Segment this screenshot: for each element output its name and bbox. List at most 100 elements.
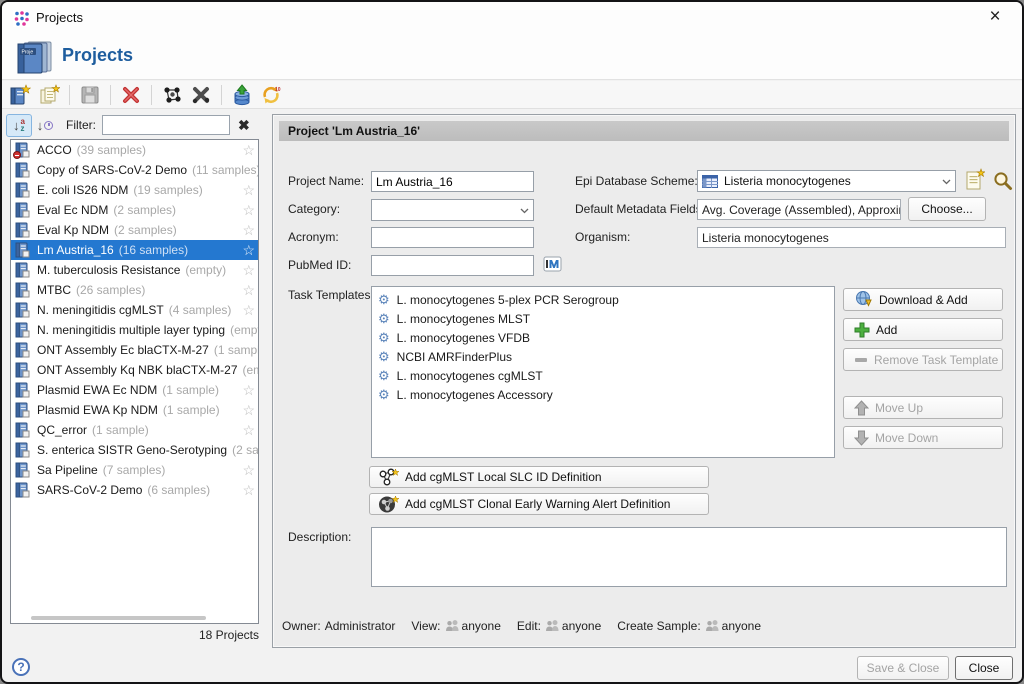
star-icon[interactable]: ☆ [240, 282, 255, 299]
star-icon[interactable]: ☆ [240, 382, 255, 399]
save-button[interactable] [78, 83, 102, 107]
project-list-item[interactable]: Eval Kp NDM (2 samples) ☆ [11, 220, 258, 240]
move-down-button[interactable]: Move Down [843, 426, 1003, 449]
star-icon[interactable]: ☆ [240, 422, 255, 439]
owner-value: Administrator [325, 619, 396, 633]
task-template-item[interactable]: ⚙ L. monocytogenes Accessory [374, 385, 832, 404]
project-name: MTBC [37, 283, 71, 297]
toolbar: 10 [2, 81, 1022, 109]
filter-input[interactable] [102, 115, 230, 135]
view-value: anyone [462, 619, 501, 633]
project-list-item[interactable]: QC_error (1 sample) ☆ [11, 420, 258, 440]
project-list-item[interactable]: Copy of SARS-CoV-2 Demo (11 samples) ☆ [11, 160, 258, 180]
project-list-item[interactable]: ONT Assembly Ec blaCTX-M-27 (1 sample) ☆ [11, 340, 258, 360]
project-list-item[interactable]: MTBC (26 samples) ☆ [11, 280, 258, 300]
project-list-item[interactable]: Lm Austria_16 (16 samples) ☆ [11, 240, 258, 260]
project-list-item[interactable]: M. tuberculosis Resistance (empty) ☆ [11, 260, 258, 280]
remove-tree-button[interactable] [189, 83, 213, 107]
download-add-button[interactable]: Download & Add [843, 288, 1003, 311]
project-sample-count: (1 sample) [162, 383, 219, 397]
project-list-item[interactable]: ACCO (39 samples) ☆ [11, 140, 258, 160]
epi-scheme-select[interactable]: Listeria monocytogenes [697, 170, 956, 192]
search-scheme-icon[interactable] [992, 170, 1013, 191]
plus-icon [854, 322, 870, 338]
project-icon [15, 462, 30, 478]
project-list-item[interactable]: Plasmid EWA Kp NDM (1 sample) ☆ [11, 400, 258, 420]
close-window-icon[interactable]: × [982, 4, 1008, 30]
remove-task-template-button[interactable]: Remove Task Template [843, 348, 1003, 371]
add-ewa-definition-button[interactable]: Add cgMLST Clonal Early Warning Alert De… [369, 493, 709, 515]
task-template-item[interactable]: ⚙ L. monocytogenes MLST [374, 309, 832, 328]
task-template-item[interactable]: ⚙ L. monocytogenes cgMLST [374, 366, 832, 385]
horizontal-scrollbar[interactable] [31, 616, 206, 620]
create-sample-value: anyone [722, 619, 761, 633]
project-sample-count: (2 samples) [232, 443, 258, 457]
star-icon[interactable]: ☆ [240, 142, 255, 159]
epi-scheme-label: Epi Database Scheme: [575, 174, 698, 188]
toolbar-separator [221, 85, 222, 105]
star-icon[interactable]: ☆ [240, 222, 255, 239]
star-icon[interactable]: ☆ [240, 242, 255, 259]
project-list-item[interactable]: S. enterica SISTR Geno-Serotyping (2 sam… [11, 440, 258, 460]
clear-filter-icon[interactable]: ✖ [238, 117, 250, 134]
project-icon [15, 402, 30, 418]
star-icon[interactable]: ☆ [240, 402, 255, 419]
copy-project-button[interactable] [37, 83, 61, 107]
pubmed-icon[interactable] [543, 255, 563, 273]
description-textarea[interactable] [371, 527, 1007, 587]
pubmed-input[interactable] [371, 255, 534, 276]
project-name: N. meningitidis cgMLST [37, 303, 164, 317]
organism-label: Organism: [575, 230, 630, 244]
project-icon [15, 302, 30, 318]
project-list-item[interactable]: N. meningitidis cgMLST (4 samples) ☆ [11, 300, 258, 320]
save-close-button[interactable]: Save & Close [857, 656, 949, 680]
project-name-input[interactable] [371, 171, 534, 192]
star-icon[interactable]: ☆ [240, 182, 255, 199]
sort-by-date-button[interactable]: ↓ [32, 114, 58, 137]
add-task-template-button[interactable]: Add [843, 318, 1003, 341]
sort-alphabetical-button[interactable]: ↓ az [6, 114, 32, 137]
gear-icon: ⚙ [378, 388, 390, 401]
star-icon[interactable]: ☆ [240, 202, 255, 219]
task-template-item[interactable]: ⚙ L. monocytogenes 5-plex PCR Serogroup [374, 290, 832, 309]
arrow-down-icon [854, 430, 869, 446]
help-icon[interactable]: ? [12, 658, 30, 676]
project-list-item[interactable]: ONT Assembly Kq NBK blaCTX-M-27 (empty) … [11, 360, 258, 380]
new-project-button[interactable] [8, 83, 32, 107]
task-template-name: L. monocytogenes VFDB [397, 331, 530, 345]
chevron-down-icon [520, 203, 529, 217]
slc-cluster-icon [378, 468, 399, 487]
star-icon[interactable]: ☆ [240, 462, 255, 479]
close-button[interactable]: Close [955, 656, 1013, 680]
category-select[interactable] [371, 199, 534, 221]
star-icon[interactable]: ☆ [240, 302, 255, 319]
choose-metadata-button[interactable]: Choose... [908, 197, 986, 221]
toolbar-separator [69, 85, 70, 105]
acronym-input[interactable] [371, 227, 534, 248]
spanning-tree-button[interactable] [160, 83, 184, 107]
project-icon [15, 202, 30, 218]
project-name: M. tuberculosis Resistance [37, 263, 180, 277]
group-icon [445, 620, 460, 632]
project-list-item[interactable]: Sa Pipeline (7 samples) ☆ [11, 460, 258, 480]
project-list-item[interactable]: Eval Ec NDM (2 samples) ☆ [11, 200, 258, 220]
project-list-item[interactable]: SARS-CoV-2 Demo (6 samples) ☆ [11, 480, 258, 500]
sync-button[interactable]: 10 [259, 83, 283, 107]
view-label: View: [411, 619, 440, 633]
add-slc-definition-button[interactable]: Add cgMLST Local SLC ID Definition [369, 466, 709, 488]
delete-project-button[interactable] [119, 83, 143, 107]
project-name: ACCO [37, 143, 72, 157]
star-icon[interactable]: ☆ [240, 482, 255, 499]
project-list-item[interactable]: Plasmid EWA Ec NDM (1 sample) ☆ [11, 380, 258, 400]
database-upload-button[interactable] [230, 83, 254, 107]
project-list-item[interactable]: E. coli IS26 NDM (19 samples) ☆ [11, 180, 258, 200]
gear-icon: ⚙ [378, 312, 390, 325]
project-list-item[interactable]: N. meningitidis multiple layer typing (e… [11, 320, 258, 340]
toolbar-separator [151, 85, 152, 105]
task-template-item[interactable]: ⚙ NCBI AMRFinderPlus [374, 347, 832, 366]
task-template-item[interactable]: ⚙ L. monocytogenes VFDB [374, 328, 832, 347]
move-up-button[interactable]: Move Up [843, 396, 1003, 419]
star-icon[interactable]: ☆ [240, 262, 255, 279]
page-title: Projects [62, 45, 133, 66]
new-scheme-icon[interactable] [965, 168, 985, 191]
